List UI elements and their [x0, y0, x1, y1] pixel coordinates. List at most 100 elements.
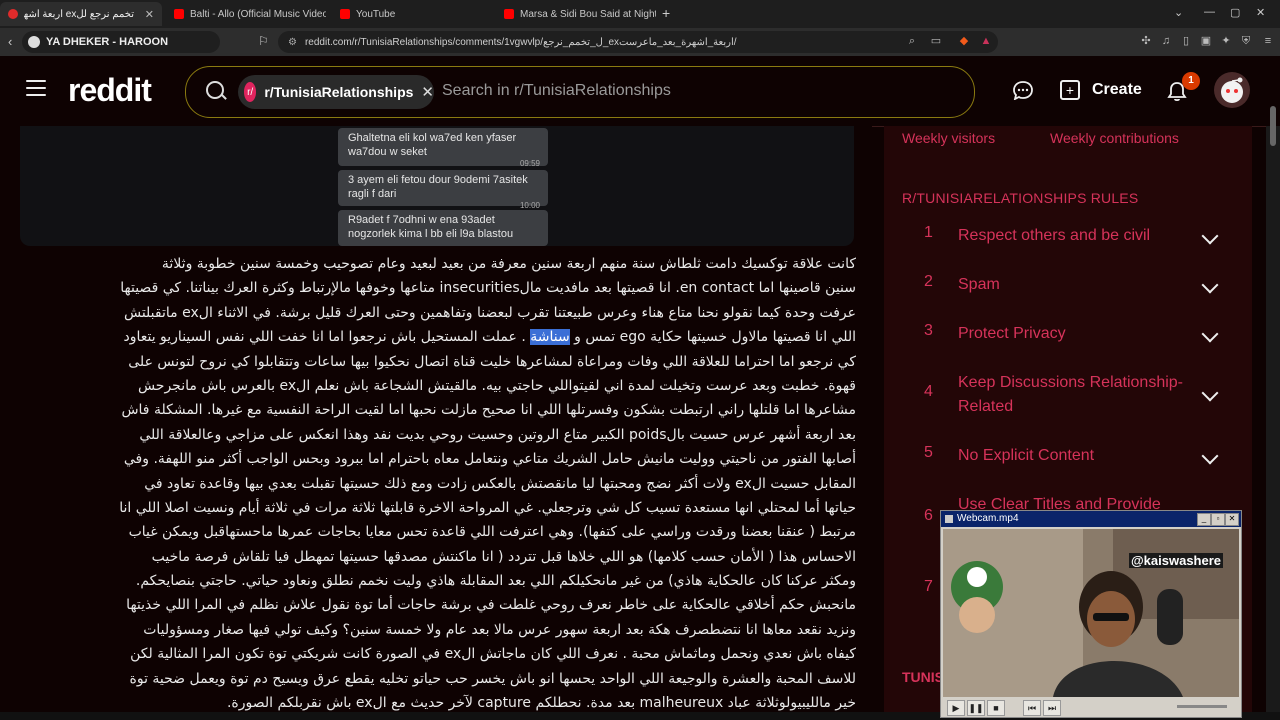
webcam-handle-text: @kaiswashere: [1129, 553, 1224, 568]
rewards-icon[interactable]: ▲: [980, 35, 992, 47]
rule-text: Protect Privacy: [958, 325, 1066, 342]
site-settings-icon[interactable]: ⚙: [288, 37, 297, 48]
cast-icon[interactable]: ▭: [930, 35, 942, 47]
tab-marsa-video[interactable]: Marsa & Sidi Bou Said at Night 🌙 |: [496, 2, 656, 26]
sidebar-bottom-label: TUNIS: [902, 669, 944, 685]
tab-balti-video[interactable]: Balti - Allo (Official Music Video) - Yo: [166, 2, 326, 26]
maximize-icon[interactable]: ▢: [1230, 6, 1240, 19]
skip-back-icon[interactable]: ⏮: [1023, 700, 1041, 716]
tab-title: تخمم نرجع للex اربعة اشهرة بعد: [24, 8, 134, 20]
post-line-end: عملت المستحيل باش نرجعوا اما انا خفت الل…: [123, 329, 517, 346]
chevron-down-icon[interactable]: [1201, 276, 1219, 294]
rule-text: Respect others and be civil: [958, 227, 1151, 244]
post-line-start: اللي انا قصيتها مالاول خسيتها حكاية ego …: [574, 329, 856, 346]
subreddit-icon: r/: [244, 82, 257, 102]
chat-icon[interactable]: [1012, 80, 1034, 100]
profile-avatar-icon: [28, 36, 40, 48]
post-line: قهوة. خطبت وبعد عرست وتخيلت لمدة اني لقي…: [137, 377, 856, 394]
ai-icon[interactable]: ✦: [1220, 35, 1232, 47]
maximize-icon[interactable]: ▫: [1211, 513, 1225, 526]
reddit-favicon-icon: [8, 9, 18, 19]
create-button[interactable]: + Create: [1060, 80, 1142, 100]
chevron-down-icon[interactable]: [1201, 325, 1219, 343]
post-line: مرتبط ( عنقنا بعضنا ورقدت وراسي على كتفه…: [128, 524, 856, 541]
reddit-logo[interactable]: reddit: [68, 72, 152, 109]
chat-message-time: 09:59: [519, 159, 540, 168]
brave-shield-icon[interactable]: ◆: [958, 35, 970, 47]
music-icon[interactable]: ♫: [1160, 35, 1172, 47]
vertical-scrollbar[interactable]: [1266, 106, 1280, 720]
pause-icon[interactable]: ❚❚: [967, 700, 985, 716]
play-icon[interactable]: ▶: [947, 700, 965, 716]
chat-screenshot-image: Ghaltetna eli kol wa7ed ken yfaser wa7do…: [20, 126, 854, 246]
post-line: بعد اربعة أشهر عرس حسيت بالpoids الكبير …: [139, 426, 856, 443]
volume-slider[interactable]: [1177, 705, 1227, 708]
search-placeholder: Search in r/TunisiaRelationships: [442, 82, 671, 99]
webcam-player-window[interactable]: Webcam.mp4 _ ▫ ✕ @kaiswashere ▶ ❚❚ ■ ⏮ ⏭: [940, 510, 1242, 718]
back-arrow-icon[interactable]: ‹: [8, 34, 12, 49]
zoom-icon[interactable]: ⌕: [906, 35, 918, 47]
post-line: عرفت وحدة كيما نقولو نحنا متاع هناء وعرس…: [123, 304, 856, 321]
chevron-down-icon[interactable]: [1201, 384, 1219, 402]
rule-number: 4: [924, 383, 933, 400]
youtube-favicon-icon: [174, 9, 184, 19]
post-line: سنين قاصينها اما en contact. انا قصيتها …: [120, 280, 856, 297]
sidebar-icon[interactable]: ▯: [1180, 35, 1192, 47]
new-tab-icon[interactable]: +: [662, 5, 670, 21]
rule-text: Keep Discussions Relationship-Related: [958, 374, 1183, 415]
skip-forward-icon[interactable]: ⏭: [1043, 700, 1061, 716]
weekly-visitors-label: Weekly visitors: [902, 130, 996, 146]
plus-icon: +: [1060, 80, 1080, 100]
chat-message-text: R9adet f 7odhni w ena 93adet nogzorlek k…: [348, 214, 514, 240]
post-line: كيفاه باش نعدي ونحمل وماثماش محبة . نعرف…: [130, 646, 856, 663]
post-content: Ghaltetna eli kol wa7ed ken yfaser wa7do…: [0, 126, 872, 720]
post-line: المقابل حسيت الex ولات أكثر نضج ومحبتها …: [144, 475, 856, 492]
bookmark-icon[interactable]: ⚐: [258, 34, 269, 48]
chat-message: Ghaltetna eli kol wa7ed ken yfaser wa7do…: [338, 128, 548, 168]
reddit-header: reddit r/ r/TunisiaRelationships ✕ Searc…: [0, 56, 1280, 127]
wallet-icon[interactable]: ▣: [1200, 35, 1212, 47]
remove-chip-icon[interactable]: ✕: [421, 83, 434, 101]
url-text: reddit.com/r/TunisiaRelationships/commen…: [304, 36, 737, 48]
webcam-title-bar[interactable]: Webcam.mp4: [941, 511, 1241, 527]
post-line: مانحبش حكم أخلاقي عالحكاية على خاطر نعرف…: [126, 597, 856, 614]
chevron-down-icon[interactable]: [1201, 227, 1219, 245]
snoo-avatar-icon: [1221, 77, 1243, 103]
address-bar[interactable]: ⚙ reddit.com/r/TunisiaRelationships/comm…: [278, 31, 998, 53]
rule-number: 3: [924, 322, 933, 339]
rules-heading: R/TUNISIARELATIONSHIPS RULES: [902, 190, 1139, 206]
rule-text: No Explicit Content: [958, 447, 1095, 464]
post-line: ومكثر عركنا كان عالحكاية هاذي) من غير ما…: [135, 573, 856, 590]
post-body: كانت علاقة توكسيك دامت ثلطاش سنة منهم ار…: [16, 252, 856, 715]
tab-reddit-post[interactable]: تخمم نرجع للex اربعة اشهرة بعد ✕: [0, 2, 162, 26]
vpn-icon[interactable]: ⛨: [1240, 35, 1252, 47]
selected-text: سناشة: [530, 329, 570, 346]
create-label: Create: [1092, 81, 1142, 98]
tab-title: Marsa & Sidi Bou Said at Night 🌙 |: [520, 8, 656, 20]
extensions-icon[interactable]: ✣: [1140, 35, 1152, 47]
minimize-icon[interactable]: —: [1204, 6, 1215, 18]
webcam-title: Webcam.mp4: [957, 513, 1019, 524]
post-line: ونزيد نقعد معاها انا نتضطصرف هكة بعد ارب…: [143, 621, 856, 638]
menu-icon[interactable]: ≡: [1262, 35, 1274, 47]
scrollbar-thumb[interactable]: [1270, 106, 1276, 146]
rule-number: 2: [924, 273, 933, 290]
hamburger-menu-icon[interactable]: [26, 80, 46, 96]
rule-number: 5: [924, 444, 933, 461]
minimize-icon[interactable]: _: [1197, 513, 1211, 526]
close-tab-icon[interactable]: ✕: [145, 8, 154, 21]
search-bar[interactable]: r/ r/TunisiaRelationships ✕ Search in r/…: [185, 66, 975, 118]
subreddit-chip[interactable]: r/ r/TunisiaRelationships ✕: [238, 75, 434, 109]
chevron-down-icon[interactable]: [1201, 447, 1219, 465]
chat-message: 3 ayem eli fetou dour 9odemi 7asitek rag…: [338, 170, 548, 210]
tab-search-chevron-icon[interactable]: ⌄: [1174, 6, 1183, 19]
tab-youtube[interactable]: YouTube: [332, 2, 492, 26]
webcam-video-frame: @kaiswashere: [943, 529, 1239, 697]
stop-icon[interactable]: ■: [987, 700, 1005, 716]
browser-toolbar: ‹ YA DHEKER - HAROON ⚐ ⚙ reddit.com/r/Tu…: [0, 28, 1280, 56]
profile-chip[interactable]: YA DHEKER - HAROON: [22, 31, 220, 53]
close-icon[interactable]: ✕: [1225, 513, 1239, 526]
post-line: كانت علاقة توكسيك دامت ثلطاش سنة منهم ار…: [161, 256, 856, 272]
close-window-icon[interactable]: ✕: [1256, 6, 1265, 19]
user-avatar[interactable]: [1214, 72, 1250, 108]
